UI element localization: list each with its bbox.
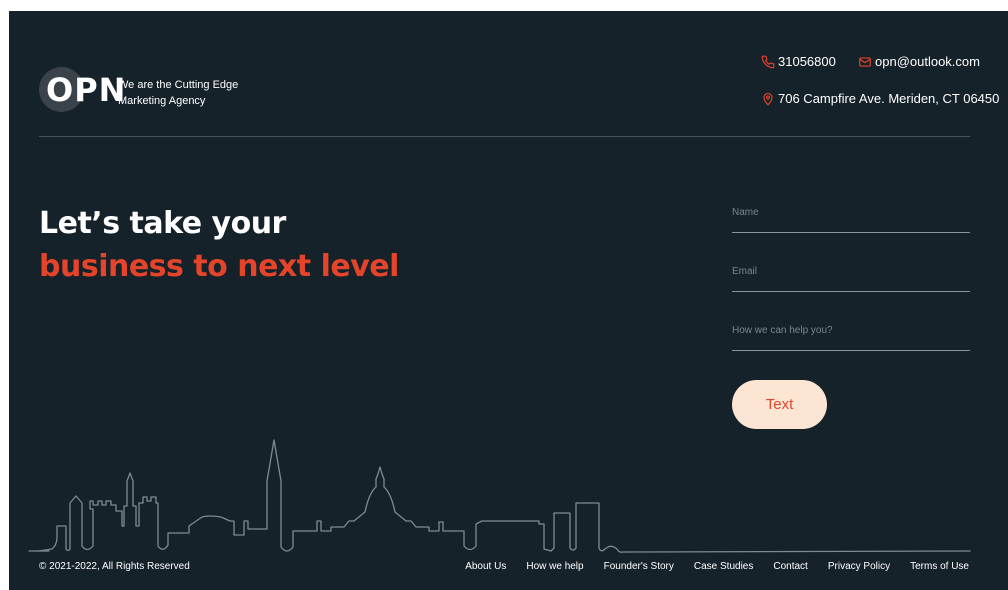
contact-email-text: opn@outlook.com <box>875 54 980 69</box>
footer-link-how-we-help[interactable]: How we help <box>526 561 583 572</box>
location-pin-icon <box>763 92 773 105</box>
logo-text: OPN <box>46 71 127 109</box>
hero-headline-line1: Let’s take your <box>39 206 286 241</box>
contact-section: OPN We are the Cutting Edge Marketing Ag… <box>9 11 1008 590</box>
email-field <box>732 259 970 292</box>
contact-address[interactable]: 706 Campfire Ave. Meriden, CT 06450 <box>761 91 999 106</box>
footer-link-privacy-policy[interactable]: Privacy Policy <box>828 561 890 572</box>
help-field <box>732 318 970 351</box>
contact-phone-text: 31056800 <box>778 54 836 69</box>
logo-tagline: We are the Cutting Edge Marketing Agency <box>118 79 239 107</box>
footer-link-founders-story[interactable]: Founder's Story <box>604 561 674 572</box>
phone-icon <box>761 55 775 68</box>
footer-link-about-us[interactable]: About Us <box>465 561 506 572</box>
help-input[interactable] <box>732 318 970 342</box>
contact-address-text: 706 Campfire Ave. Meriden, CT 06450 <box>778 91 1000 106</box>
mail-icon <box>859 56 871 67</box>
hero-headline: Let’s take your business to next level <box>39 202 399 288</box>
city-skyline-illustration <box>28 439 971 553</box>
footer-link-case-studies[interactable]: Case Studies <box>694 561 753 572</box>
copyright-text: © 2021-2022, All Rights Reserved <box>39 561 190 572</box>
footer-nav: About Us How we help Founder's Story Cas… <box>465 561 969 572</box>
name-field <box>732 200 970 233</box>
name-input[interactable] <box>732 200 970 224</box>
footer-link-terms-of-use[interactable]: Terms of Use <box>910 561 969 572</box>
header-divider <box>39 136 970 137</box>
hero-headline-line2: business to next level <box>39 249 399 284</box>
email-input[interactable] <box>732 259 970 283</box>
contact-phone[interactable]: 31056800 <box>761 54 836 69</box>
contact-email[interactable]: opn@outlook.com <box>858 54 980 69</box>
footer-link-contact[interactable]: Contact <box>773 561 807 572</box>
